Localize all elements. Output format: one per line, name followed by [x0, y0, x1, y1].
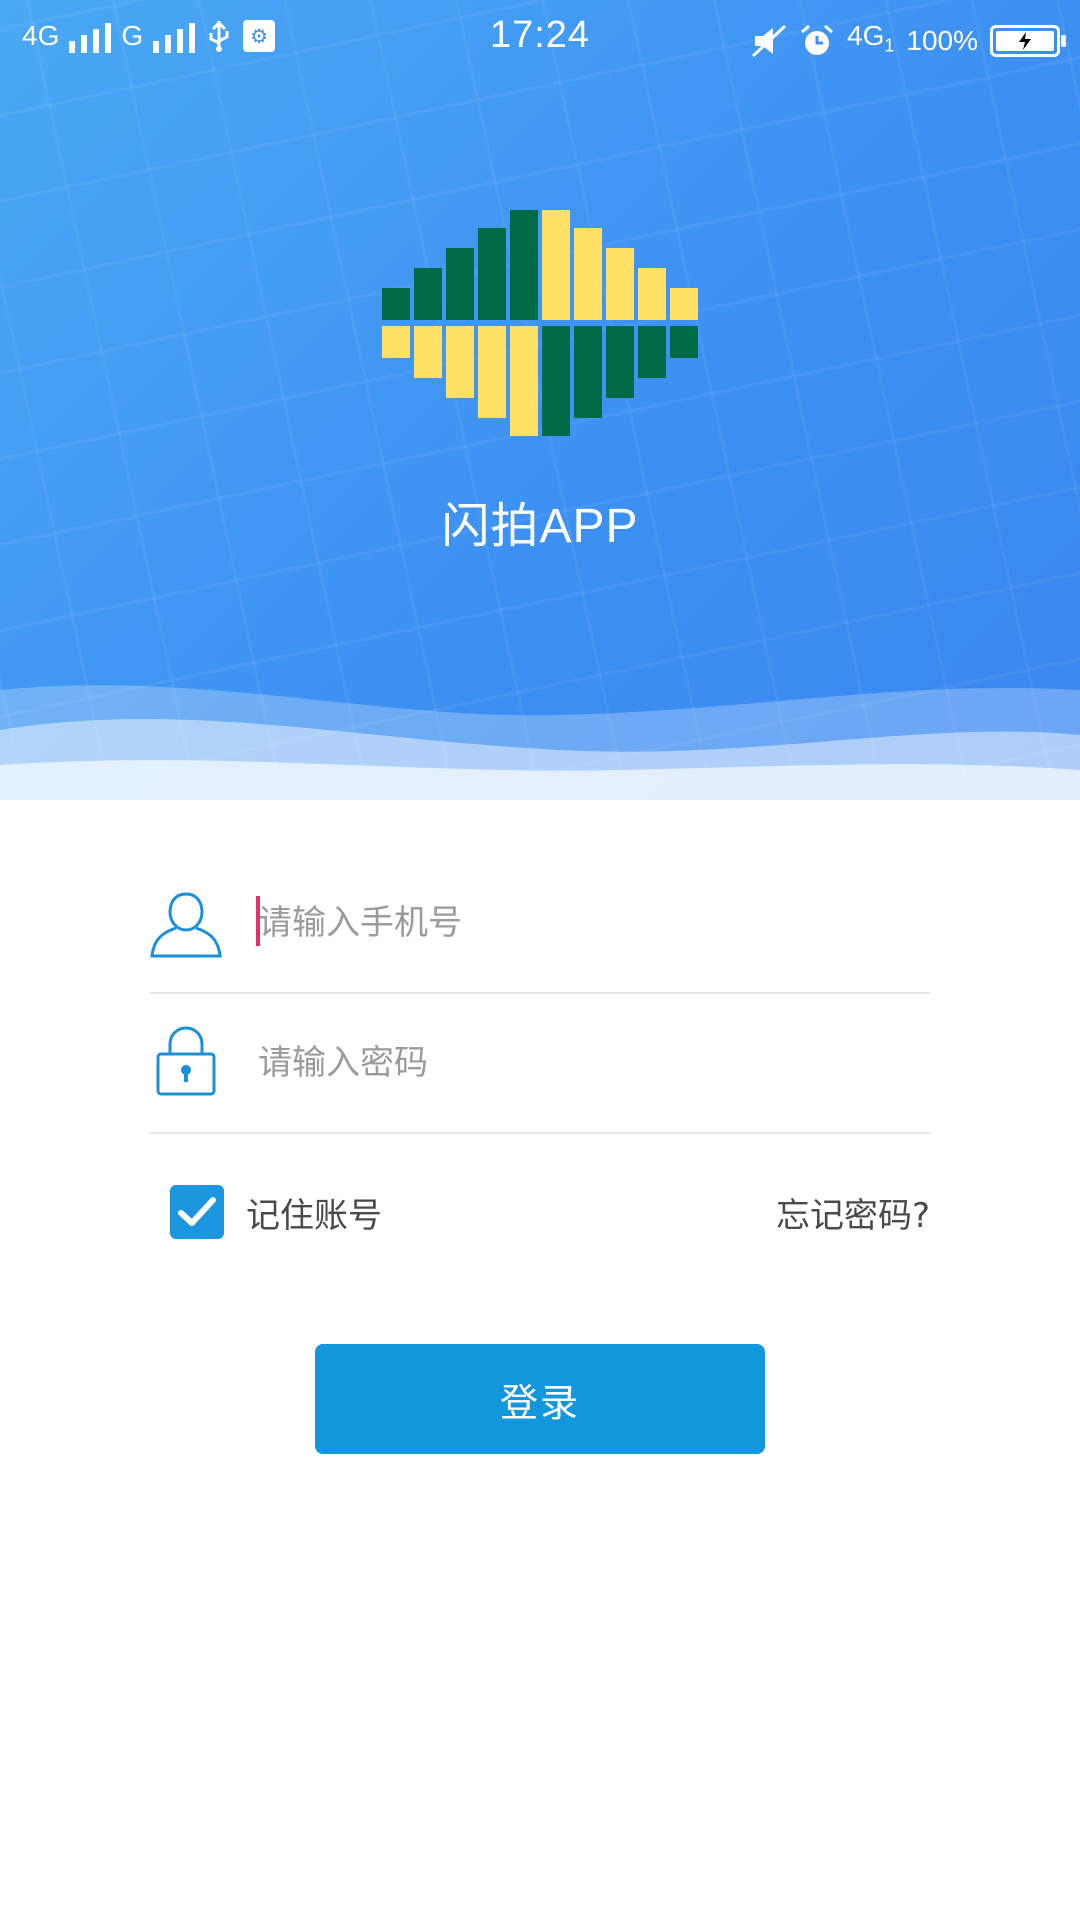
user-icon [150, 892, 222, 958]
phone-field [150, 852, 930, 994]
password-field [150, 992, 930, 1134]
mute-icon [751, 24, 787, 57]
checkmark-icon [178, 1197, 216, 1226]
lock-icon [156, 1026, 216, 1096]
app-title: 闪拍APP [441, 500, 639, 553]
network-type-3: 4G1 [847, 20, 895, 56]
text-cursor [256, 896, 260, 946]
alarm-icon [801, 24, 833, 55]
password-input[interactable] [256, 1030, 900, 1096]
forgot-password-link[interactable]: 忘记密码? [776, 1188, 930, 1237]
remember-checkbox[interactable] [170, 1185, 224, 1239]
status-bar: 4G G ⚙ 17:24 4G1 100% [0, 0, 1080, 74]
phone-input[interactable] [256, 890, 900, 956]
app-logo [382, 210, 698, 436]
remember-account[interactable]: 记住账号 [170, 1184, 382, 1240]
remember-label: 记住账号 [246, 1195, 382, 1236]
login-button[interactable]: 登录 [315, 1344, 765, 1454]
login-screen: 4G G ⚙ 17:24 4G1 100% 闪拍APP 请输入手机号 记住账号 … [0, 0, 1080, 1920]
battery-charging-icon [990, 24, 1066, 57]
hero-waves [0, 685, 1080, 800]
hero-header: 4G G ⚙ 17:24 4G1 100% 闪拍APP [0, 0, 1080, 800]
battery-percentage: 100% [906, 24, 978, 56]
